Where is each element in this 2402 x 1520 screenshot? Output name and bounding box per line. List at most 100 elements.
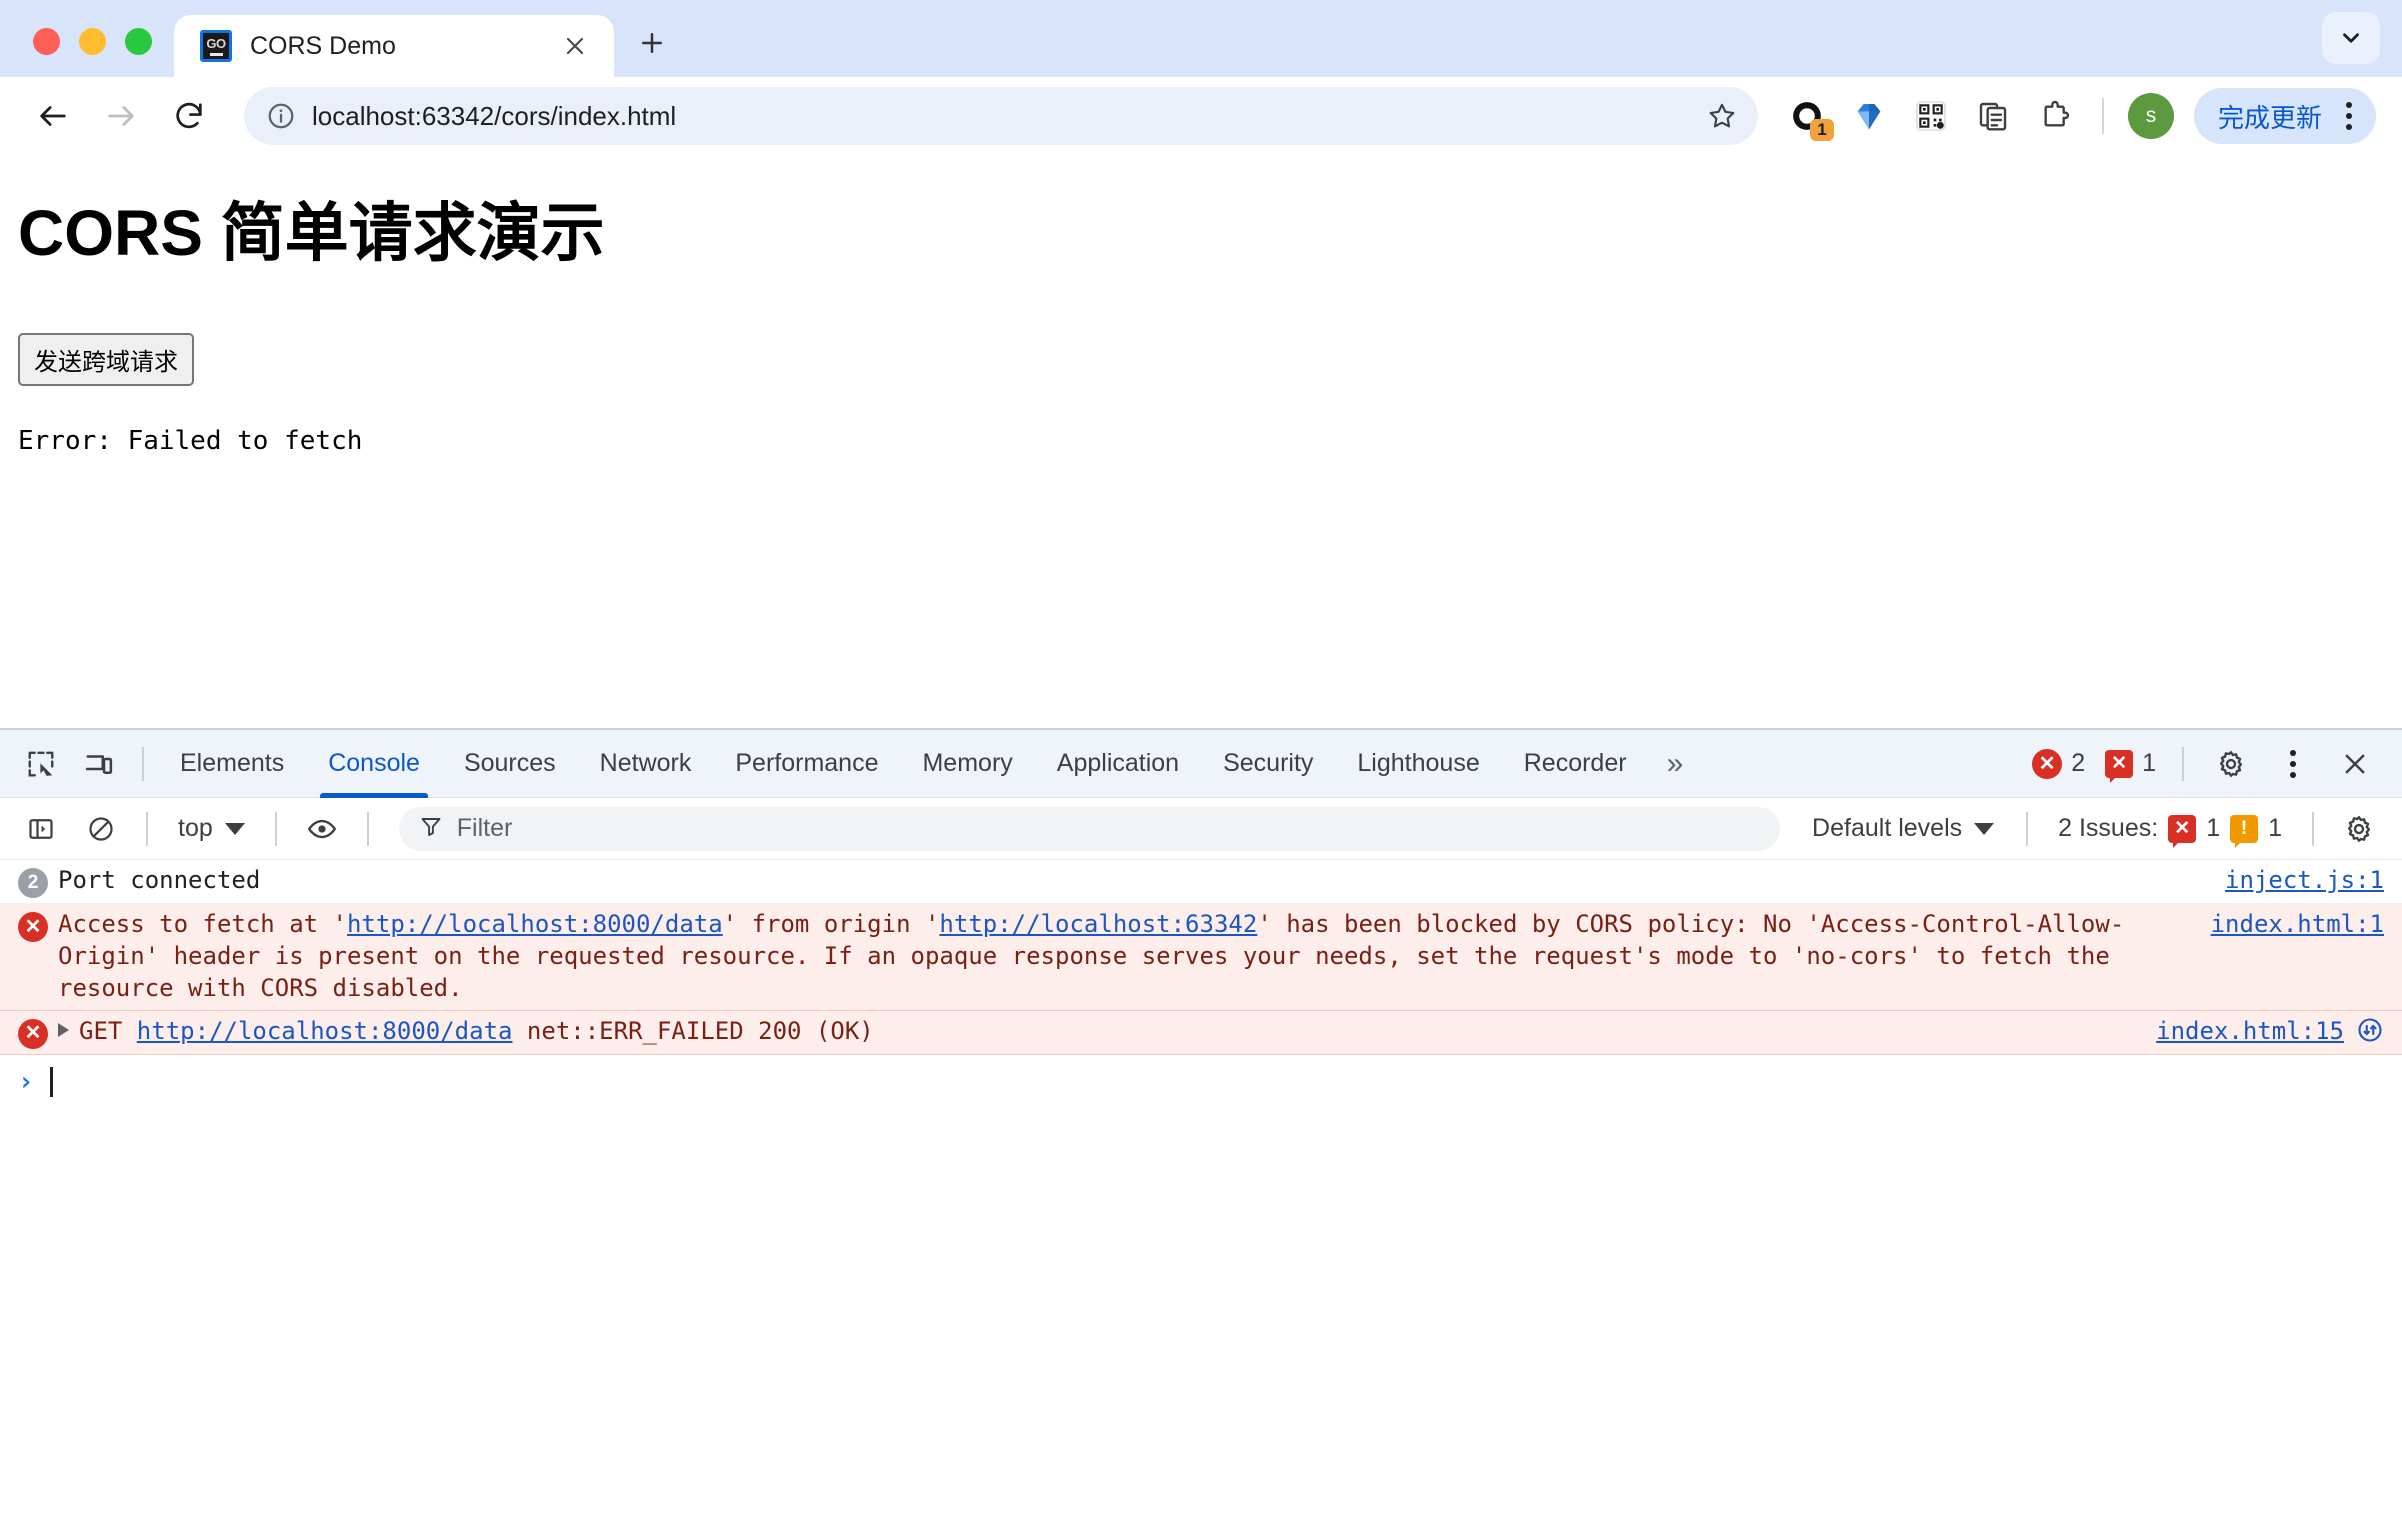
inspect-element-icon[interactable] [12,735,70,793]
text-segment: net::ERR_FAILED 200 (OK) [512,1016,874,1045]
browser-menu-icon[interactable] [2332,102,2366,130]
link-request-url[interactable]: http://localhost:8000/data [137,1017,513,1045]
more-tabs-icon[interactable]: » [1649,747,1702,781]
message-gutter: ✕ [18,1016,58,1049]
network-request-icon[interactable] [2356,1016,2384,1044]
forward-button[interactable] [90,85,152,147]
link-request-url[interactable]: http://localhost:8000/data [347,910,723,938]
console-message-source-link[interactable]: index.html:1 [2201,909,2384,941]
maximize-window-button[interactable] [125,28,152,55]
send-cross-origin-request-button[interactable]: 发送跨域请求 [18,332,194,386]
browser-tab[interactable]: GO CORS Demo [174,15,614,77]
chevron-down-icon [224,822,245,835]
console-toolbar-divider-4 [2026,811,2029,846]
address-bar[interactable]: localhost:63342/cors/index.html [244,87,1758,145]
issues-summary[interactable]: 2 Issues: ✕ 1 ! 1 [2044,814,2296,848]
close-tab-button[interactable] [556,27,594,65]
console-toolbar-divider-2 [274,811,277,846]
issues-error-count: 1 [2206,814,2221,842]
error-circle-icon: ✕ [18,1018,48,1049]
console-settings-gear-icon[interactable] [2330,800,2388,858]
devtools-close-icon[interactable] [2326,735,2384,793]
live-expression-eye-icon[interactable] [293,800,351,858]
error-count-value: 2 [2071,749,2086,777]
console-prompt[interactable]: › [0,1055,2402,1110]
devtools-warning-count[interactable]: ✕ 1 [2105,749,2156,783]
close-window-button[interactable] [33,28,60,55]
console-toolbar-divider-5 [2312,811,2314,846]
text-segment: Access to fetch at ' [58,910,347,938]
console-message-error-get[interactable]: ✕ GET http://localhost:8000/data net::ER… [0,1010,2402,1055]
minimize-window-button[interactable] [79,28,106,55]
devtools-menu-icon[interactable] [2264,735,2322,793]
issue-error-icon: ✕ [2168,814,2197,848]
goland-favicon: GO [200,30,232,62]
back-button[interactable] [22,85,84,147]
puzzle-extensions-icon[interactable] [2026,87,2084,145]
adblock-extension-icon[interactable]: 1 [1778,87,1836,145]
console-message-text: Access to fetch at 'http://localhost:800… [58,909,2201,1005]
error-circle-icon: ✕ [18,912,48,942]
profile-avatar[interactable]: s [2127,93,2174,139]
tab-security[interactable]: Security [1201,730,1335,798]
clear-console-icon[interactable] [72,800,130,858]
console-message-error-cors[interactable]: ✕ Access to fetch at 'http://localhost:8… [0,904,2402,1011]
qrcode-extension-icon[interactable] [1902,87,1960,145]
new-tab-button[interactable] [626,17,678,69]
console-message-info[interactable]: 2 Port connected inject.js:1 [0,860,2402,904]
tab-memory[interactable]: Memory [900,730,1034,798]
tab-sources[interactable]: Sources [442,730,578,798]
console-toolbar-divider-3 [366,811,369,846]
browser-window: GO CORS Demo localhost:63342/cors/index.… [0,0,2402,1478]
devtools-divider [142,746,144,781]
repeat-count-badge: 2 [18,868,48,898]
tab-search-button[interactable] [2322,12,2380,64]
extension-badge-count: 1 [1809,119,1834,141]
log-levels-label: Default levels [1812,814,1963,842]
error-circle-icon: ✕ [2032,748,2063,779]
expand-triangle-icon[interactable] [58,1022,69,1037]
prompt-text-cursor [49,1067,53,1097]
issue-warning-icon: ! [2230,814,2259,848]
tab-recorder[interactable]: Recorder [1502,730,1649,798]
console-sidebar-icon[interactable] [12,800,70,858]
execution-context-selector[interactable]: top [164,814,259,843]
tab-performance[interactable]: Performance [713,730,900,798]
prompt-chevron-icon: › [18,1066,34,1097]
console-message-source-link[interactable]: index.html:15 [2146,1016,2344,1048]
chrome-update-button[interactable]: 完成更新 [2193,88,2376,144]
devtools-panel: Elements Console Sources Network Perform… [0,728,2402,1478]
console-message-text: Port connected [58,866,261,894]
request-result-text: Error: Failed to fetch [18,425,363,456]
chevron-down-icon [1974,822,1995,835]
bookmark-star-icon[interactable] [1706,100,1744,132]
log-levels-selector[interactable]: Default levels [1796,814,2010,843]
page-title: CORS 简单请求演示 [18,197,605,269]
console-filter-input[interactable]: Filter [398,806,1781,851]
console-message-source-link[interactable]: inject.js:1 [2215,865,2384,897]
tab-application[interactable]: Application [1035,730,1201,798]
message-gutter: 2 [18,865,58,898]
tab-network[interactable]: Network [578,730,714,798]
link-origin-url[interactable]: http://localhost:63342 [939,910,1257,938]
site-info-icon[interactable] [266,101,296,131]
tab-lighthouse[interactable]: Lighthouse [1335,730,1501,798]
extension-icons: 1 [1778,87,2084,145]
page-viewport: CORS 简单请求演示 发送跨域请求 Error: Failed to fetc… [0,155,2402,728]
console-toolbar-divider-1 [146,811,148,846]
tab-console[interactable]: Console [306,730,442,798]
reload-button[interactable] [158,85,220,147]
chrome-update-label: 完成更新 [2217,102,2322,133]
url-text[interactable]: localhost:63342/cors/index.html [312,101,1690,132]
issues-label: 2 Issues: [2058,814,2159,842]
devtools-error-count[interactable]: ✕ 2 [2032,748,2086,779]
execution-context-value: top [178,814,213,842]
tab-strip: GO CORS Demo [0,0,2402,77]
copy-extension-icon[interactable] [1964,87,2022,145]
text-segment: GET [79,1016,137,1045]
devtools-settings-gear-icon[interactable] [2202,735,2260,793]
tab-elements[interactable]: Elements [158,730,306,798]
issues-warning-count: 1 [2268,814,2282,842]
device-toolbar-icon[interactable] [70,735,128,793]
diamond-extension-icon[interactable] [1840,87,1898,145]
